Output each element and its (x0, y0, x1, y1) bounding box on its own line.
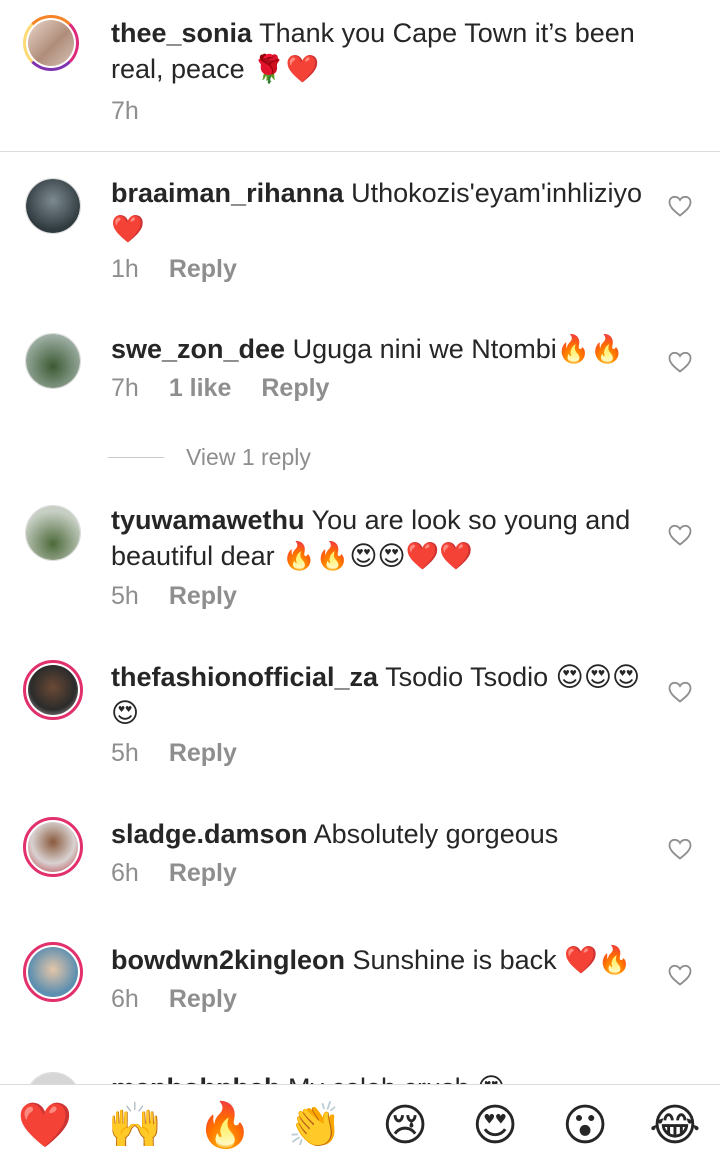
reply-button[interactable]: Reply (169, 739, 237, 768)
heart-outline-icon[interactable] (668, 681, 692, 703)
heart-outline-icon[interactable] (668, 195, 692, 217)
reply-button[interactable]: Reply (169, 985, 237, 1014)
heart-outline-icon[interactable] (668, 351, 692, 373)
comment-username[interactable]: braaiman_rihanna (111, 178, 344, 208)
comment-text: thefashionofficial_za Tsodio Tsodio 😍😍😍😍 (111, 659, 651, 731)
view-replies-label: View 1 reply (186, 444, 311, 470)
avatar[interactable] (25, 505, 81, 561)
comment-meta: 5h Reply (111, 739, 237, 768)
caption-text: thee_sonia Thank you Cape Town it’s been… (111, 15, 651, 87)
heart-outline-icon[interactable] (668, 524, 692, 546)
comment-body: Uguga nini we Ntombi🔥🔥 (292, 334, 624, 364)
reaction-clap[interactable]: 👏 (280, 1096, 350, 1156)
comment-text: bowdwn2kingleon Sunshine is back ❤️🔥 (111, 942, 651, 978)
comment-username[interactable]: tyuwamawethu (111, 505, 305, 535)
view-replies-button[interactable]: View 1 reply (108, 444, 311, 471)
timestamp: 5h (111, 582, 139, 610)
reaction-laugh[interactable]: 😂 (640, 1096, 710, 1156)
heart-outline-icon[interactable] (668, 838, 692, 860)
quick-reaction-bar: ❤️ 🙌 🔥 👏 😢 😍 😮 😂 (0, 1084, 720, 1167)
timestamp: 5h (111, 739, 139, 767)
reaction-heart-eyes[interactable]: 😍 (460, 1096, 530, 1156)
reaction-sad[interactable]: 😢 (370, 1096, 440, 1156)
avatar[interactable] (23, 660, 83, 720)
comment-text: braaiman_rihanna Uthokozis'eyam'inhliziy… (111, 175, 651, 247)
reply-button[interactable]: Reply (169, 255, 237, 284)
comment-text: sladge.damson Absolutely gorgeous (111, 816, 651, 852)
comment-username[interactable]: thefashionofficial_za (111, 662, 378, 692)
timestamp: 6h (111, 985, 139, 1013)
caption-username[interactable]: thee_sonia (111, 18, 252, 48)
comment-meta: 6h Reply (111, 985, 237, 1014)
reply-button[interactable]: Reply (261, 374, 329, 403)
timestamp: 1h (111, 255, 139, 283)
avatar[interactable] (25, 333, 81, 389)
caption-meta: 7h (111, 97, 139, 126)
timestamp: 7h (111, 374, 139, 402)
timestamp: 7h (111, 97, 139, 125)
comment-meta: 1h Reply (111, 255, 237, 284)
comment-text: tyuwamawethu You are look so young and b… (111, 502, 651, 574)
reaction-raised-hands[interactable]: 🙌 (100, 1096, 170, 1156)
heart-outline-icon[interactable] (668, 964, 692, 986)
avatar[interactable] (23, 942, 83, 1002)
reaction-fire[interactable]: 🔥 (190, 1096, 260, 1156)
comment-item-partial: maphohphah My celeb crush 😍 (0, 1062, 720, 1086)
comment-meta: 5h Reply (111, 582, 237, 611)
comment-username[interactable]: sladge.damson (111, 819, 308, 849)
comment-body: Absolutely gorgeous (313, 819, 559, 849)
avatar[interactable] (25, 178, 81, 234)
comment-username[interactable]: swe_zon_dee (111, 334, 285, 364)
reply-button[interactable]: Reply (169, 582, 237, 611)
comment-meta: 7h 1 like Reply (111, 374, 329, 403)
reply-button[interactable]: Reply (169, 859, 237, 888)
reaction-wow[interactable]: 😮 (550, 1096, 620, 1156)
avatar[interactable] (23, 817, 83, 877)
reaction-heart[interactable]: ❤️ (10, 1096, 80, 1156)
comment-username[interactable]: bowdwn2kingleon (111, 945, 345, 975)
comment-text: swe_zon_dee Uguga nini we Ntombi🔥🔥 (111, 331, 651, 367)
avatar[interactable] (23, 15, 79, 71)
timestamp: 6h (111, 859, 139, 887)
post-caption: thee_sonia Thank you Cape Town it’s been… (0, 0, 720, 152)
comment-body: Sunshine is back ❤️🔥 (352, 945, 632, 975)
divider-line (108, 457, 164, 458)
comment-meta: 6h Reply (111, 859, 237, 888)
likes-count[interactable]: 1 like (169, 374, 232, 403)
